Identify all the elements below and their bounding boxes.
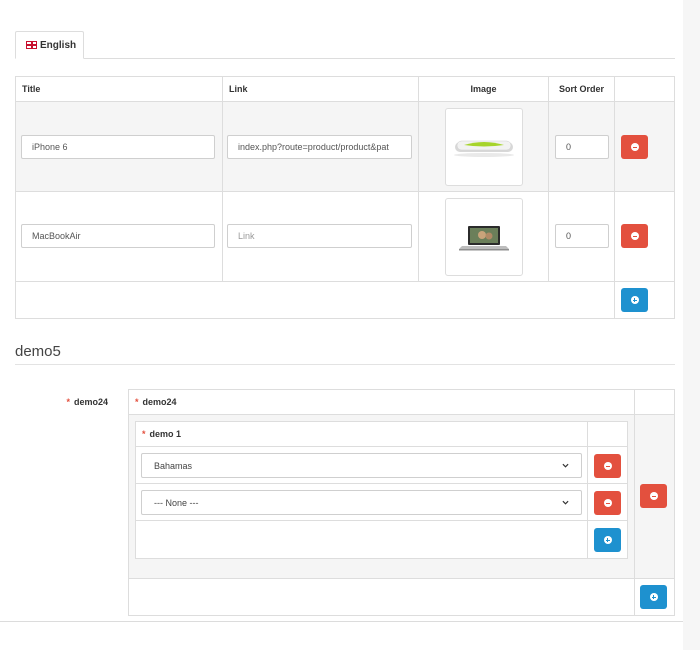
sort-order-value: 0 bbox=[566, 231, 572, 241]
minus-circle-icon bbox=[603, 462, 612, 470]
tab-english-label: English bbox=[40, 39, 77, 51]
country-select-value: Bahamas bbox=[154, 460, 193, 471]
column-header-link: Link bbox=[222, 76, 419, 102]
title-input[interactable]: MacBookAir bbox=[21, 224, 215, 248]
link-input[interactable]: index.php?route=product/product&pat bbox=[227, 135, 412, 159]
required-marker: * bbox=[135, 397, 139, 407]
add-row-button[interactable] bbox=[621, 288, 648, 312]
sort-order-input[interactable]: 0 bbox=[555, 224, 609, 248]
column-header-image: Image bbox=[418, 76, 549, 102]
uk-flag-icon bbox=[26, 41, 37, 49]
table-footer bbox=[15, 281, 615, 319]
title-input-value: iPhone 6 bbox=[32, 142, 68, 152]
minus-circle-icon bbox=[649, 492, 658, 500]
minus-circle-icon bbox=[603, 499, 612, 507]
sort-order-input[interactable]: 0 bbox=[555, 135, 609, 159]
section-title: demo5 bbox=[15, 343, 61, 360]
remove-option-button[interactable] bbox=[594, 454, 621, 478]
macbook-air-thumbnail bbox=[459, 226, 509, 251]
add-option-button[interactable] bbox=[594, 528, 621, 552]
chevron-down-icon bbox=[562, 500, 569, 505]
minus-circle-icon bbox=[630, 232, 639, 240]
column-header-sort-order-text: Sort Order bbox=[558, 84, 604, 94]
remove-option-button[interactable] bbox=[594, 491, 621, 515]
tab-english[interactable]: English bbox=[15, 31, 84, 59]
remove-demo24-button[interactable] bbox=[640, 484, 667, 508]
section-divider bbox=[15, 364, 675, 365]
plus-circle-icon bbox=[630, 296, 639, 304]
column-header-link-text: Link bbox=[229, 84, 248, 94]
remove-row-button[interactable] bbox=[621, 224, 648, 248]
option-select-value: --- None --- bbox=[154, 497, 199, 508]
demo1-footer bbox=[135, 520, 588, 559]
tab-bar-line bbox=[15, 58, 675, 59]
demo24-footer bbox=[128, 578, 635, 616]
title-input[interactable]: iPhone 6 bbox=[21, 135, 215, 159]
column-header-image-text: Image bbox=[470, 84, 497, 94]
column-header-sort-order: Sort Order bbox=[548, 76, 615, 102]
demo1-header-action bbox=[587, 421, 628, 447]
plus-circle-icon bbox=[603, 536, 612, 544]
demo24-table-header: * demo24 bbox=[128, 389, 635, 415]
plus-circle-icon bbox=[649, 593, 658, 601]
demo1-table-header: * demo 1 bbox=[135, 421, 588, 447]
link-input-value: index.php?route=product/product&pat bbox=[238, 142, 389, 152]
demo1-table-header-text: demo 1 bbox=[149, 429, 182, 439]
add-demo24-button[interactable] bbox=[640, 585, 667, 609]
title-input-value: MacBookAir bbox=[32, 231, 81, 241]
field-label-demo24-text: demo24 bbox=[73, 397, 108, 407]
remove-row-button[interactable] bbox=[621, 135, 648, 159]
country-select[interactable]: Bahamas bbox=[141, 453, 582, 478]
link-input-placeholder: Link bbox=[238, 231, 255, 241]
scroll-gutter bbox=[683, 0, 700, 650]
iphone-6-thumbnail bbox=[454, 140, 514, 157]
column-header-action bbox=[614, 76, 675, 102]
image-thumbnail[interactable] bbox=[445, 108, 523, 186]
link-input[interactable]: Link bbox=[227, 224, 412, 248]
column-header-title-text: Title bbox=[22, 84, 41, 94]
required-marker: * bbox=[66, 397, 70, 407]
column-header-title: Title bbox=[15, 76, 223, 102]
page-bottom-divider bbox=[0, 621, 683, 622]
image-thumbnail[interactable] bbox=[445, 198, 523, 276]
demo24-table-header-text: demo24 bbox=[142, 397, 177, 407]
minus-circle-icon bbox=[630, 143, 639, 151]
chevron-down-icon bbox=[562, 463, 569, 468]
option-select[interactable]: --- None --- bbox=[141, 490, 582, 515]
field-label-demo24: * demo24 bbox=[20, 397, 108, 407]
sort-order-value: 0 bbox=[566, 142, 572, 152]
required-marker: * bbox=[142, 429, 146, 439]
demo24-header-action bbox=[634, 389, 675, 415]
